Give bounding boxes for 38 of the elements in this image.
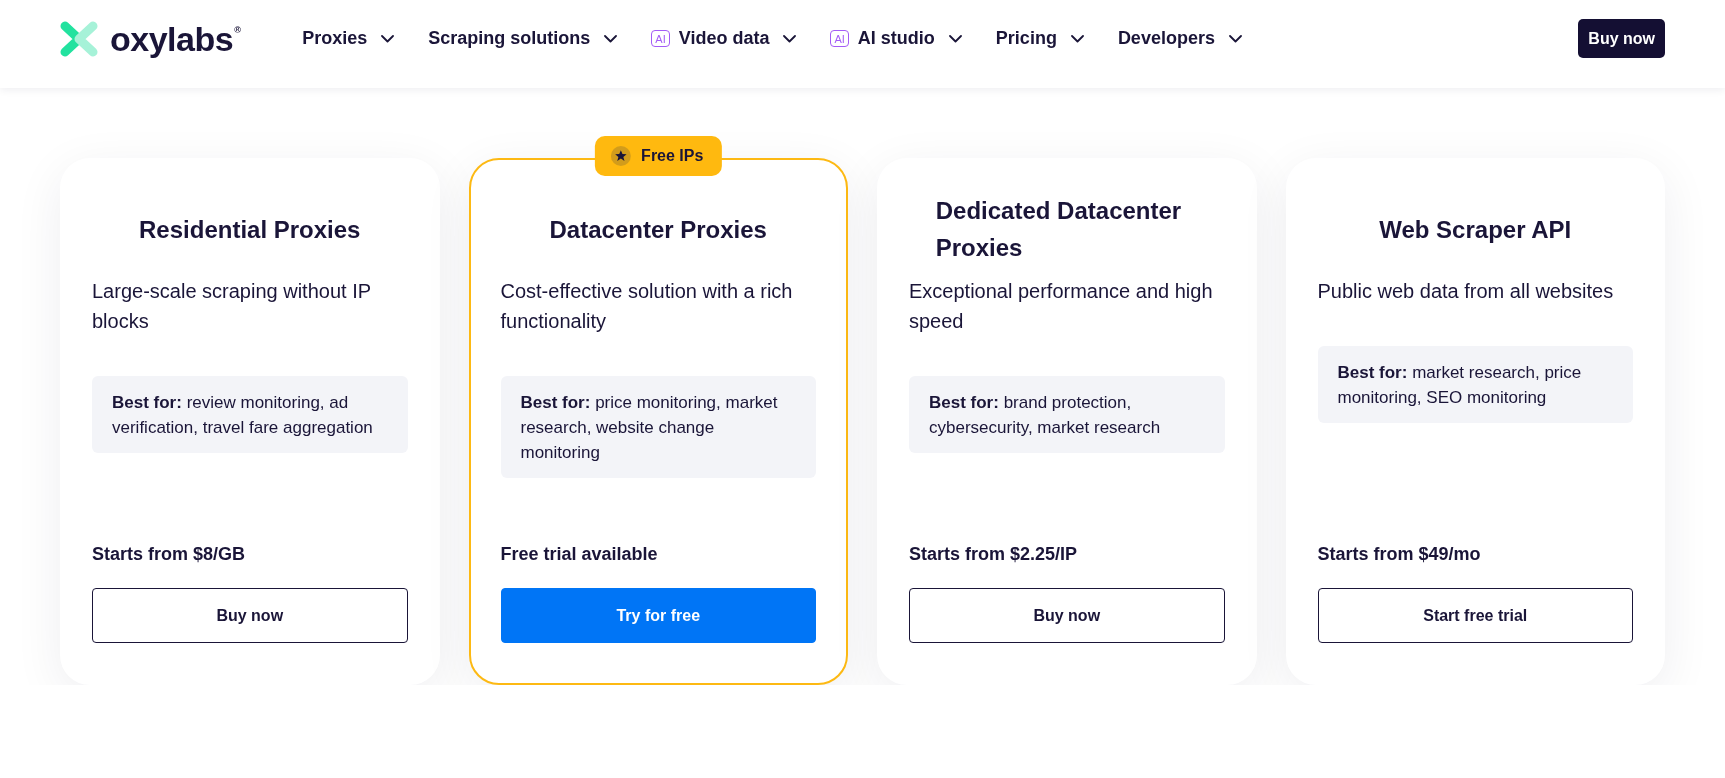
nav-item[interactable]: Pricing <box>995 24 1084 53</box>
nav-item[interactable]: Developers <box>1117 24 1242 53</box>
best-for-note: Best for: brand protection, cybersecurity, market research <box>909 376 1225 453</box>
cta-button[interactable]: Buy now <box>1578 19 1665 58</box>
plan-description: Large-scale scraping without IP blocks <box>92 279 372 334</box>
plan-button[interactable]: Try for free <box>500 588 816 643</box>
plan-title: Dedicated Datacenter Proxies <box>935 196 1183 263</box>
plan-price: Starts from $8/GB <box>92 543 247 566</box>
ai-tag: AI <box>830 30 849 47</box>
plan-button[interactable]: Start free trial <box>1317 588 1633 643</box>
plan-price: Starts from $49/mo <box>1317 543 1482 566</box>
plan-description: Exceptional performance and high speed <box>909 279 1214 334</box>
chevron-down-icon <box>604 34 618 43</box>
logo-text[interactable]: oxylabs$^{®}$ <box>110 21 241 56</box>
plan-description: Cost-effective solution with a rich functionality <box>500 279 794 334</box>
nav-item[interactable]: Scraping solutions <box>428 24 618 53</box>
chevron-down-icon <box>1228 34 1242 43</box>
plan-price: Free trial available <box>500 543 659 566</box>
chevron-down-icon <box>783 34 797 43</box>
best-for-note: Best for: price monitoring, market research, website change monitoring <box>500 376 816 478</box>
chevron-down-icon <box>381 34 395 43</box>
plan-title: Datacenter Proxies <box>549 214 767 245</box>
nav-item[interactable]: Proxies <box>302 24 395 53</box>
plan-price: Starts from $2.25/IP <box>909 543 1079 566</box>
offer-label: Free IPs <box>641 147 704 165</box>
plan-title: Residential Proxies <box>139 214 361 245</box>
best-for-note: Best for: market research, price monitoring, SEO monitoring <box>1317 346 1633 423</box>
plan-description: Public web data from all websites <box>1317 279 1615 304</box>
ai-tag: AI <box>651 30 670 47</box>
nav-item[interactable]: AI AI studio <box>830 24 962 53</box>
logo-icon <box>60 20 98 57</box>
plan-button[interactable]: Buy now <box>92 588 408 643</box>
chevron-down-icon <box>1070 34 1084 43</box>
plan-title: Web Scraper API <box>1379 214 1572 245</box>
plan-button[interactable]: Buy now <box>909 588 1225 643</box>
best-for-note: Best for: review monitoring, ad verification, travel fare aggregation <box>92 376 408 453</box>
chevron-down-icon <box>948 34 962 43</box>
nav-item[interactable]: AI Video data <box>651 24 797 53</box>
